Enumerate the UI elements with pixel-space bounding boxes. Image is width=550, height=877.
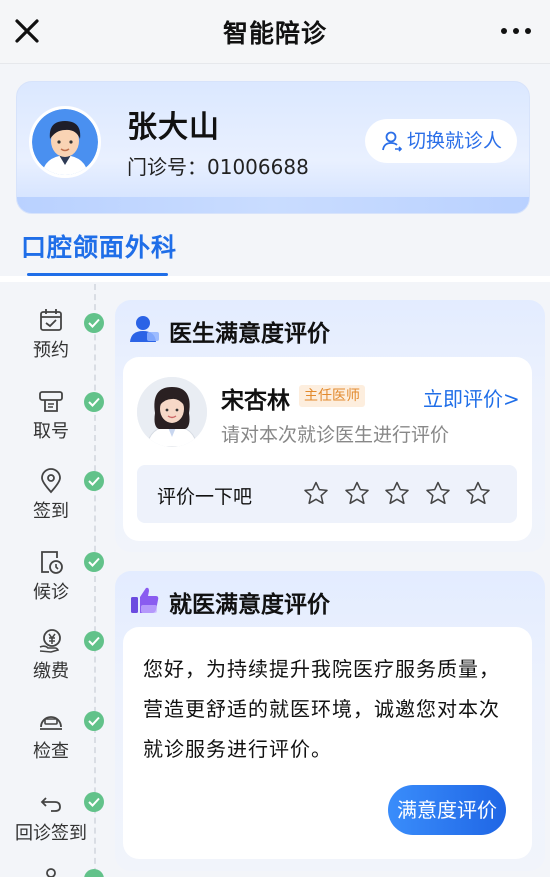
patient-avatar (29, 106, 101, 178)
page-title: 智能陪诊 (222, 19, 327, 48)
step-label: 检查 (33, 741, 69, 762)
step-done-icon (84, 631, 104, 651)
divider (0, 276, 550, 282)
timeline-step-checkin[interactable]: 签到 (8, 467, 94, 523)
more-icon[interactable] (500, 27, 532, 35)
step-label: 回诊签到 (15, 823, 87, 844)
rate-now-link[interactable]: 立即评价> (423, 383, 520, 412)
location-pin-icon (41, 468, 61, 494)
visit-satisfaction-section: 就医满意度评价 您好，为持续提升我院医疗服务质量，营造更舒适的就医环境，诚邀您对… (115, 571, 545, 871)
visit-card: 您好，为持续提升我院医疗服务质量，营造更舒适的就医环境，诚邀您对本次就诊服务进行… (123, 627, 532, 859)
patient-card: 张大山 门诊号：01006688 切换就诊人 (16, 81, 530, 214)
yuan-payment-icon (39, 629, 61, 653)
satisfaction-evaluation-button[interactable]: 满意度评价 (388, 785, 506, 835)
timeline-step-examination[interactable]: 检查 (8, 707, 94, 763)
doctor-satisfaction-section: 医生满意度评价 宋杏林 主任医师 立即评价> 请对本次就诊医生进行评价 评价一下… (115, 300, 545, 552)
timeline-step-appointment[interactable]: 预约 (8, 306, 94, 362)
star-icon[interactable] (383, 480, 411, 508)
step-label: 取号 (33, 421, 69, 442)
step-label: 候诊 (33, 582, 69, 603)
doctor-rating-hint: 请对本次就诊医生进行评价 (221, 424, 450, 446)
clock-document-icon (41, 551, 63, 574)
star-icon[interactable] (343, 480, 371, 508)
thumbs-up-icon (131, 587, 159, 613)
top-bar: 智能陪诊 (0, 0, 550, 64)
patient-name: 张大山 (127, 110, 220, 145)
step-done-icon (84, 711, 104, 731)
doctor-card: 宋杏林 主任医师 立即评价> 请对本次就诊医生进行评价 评价一下吧 (123, 357, 532, 541)
doctor-title-badge: 主任医师 (299, 385, 365, 407)
scanner-icon (40, 716, 62, 730)
star-icon[interactable] (424, 480, 452, 508)
ticket-printer-icon (39, 391, 63, 412)
doctor-user-icon (130, 316, 159, 342)
department-tab[interactable]: 口腔颌面外科 (21, 228, 177, 264)
return-arrow-icon (40, 797, 61, 812)
section-title: 就医满意度评价 (169, 592, 330, 618)
user-switch-icon (382, 131, 403, 152)
step-label: 缴费 (33, 661, 69, 682)
timeline-step-waiting[interactable]: 候诊 (8, 548, 94, 604)
rating-bar: 评价一下吧 (137, 465, 517, 523)
section-title: 医生满意度评价 (169, 321, 330, 347)
visit-invite-text: 您好，为持续提升我院医疗服务质量，营造更舒适的就医环境，诚邀您对本次就诊服务进行… (143, 657, 500, 761)
doctor-name: 宋杏林 (221, 388, 290, 414)
rating-prompt: 评价一下吧 (157, 486, 253, 508)
doctor-avatar (137, 377, 207, 447)
star-icon[interactable] (302, 480, 330, 508)
switch-patient-label: 切换就诊人 (407, 130, 503, 152)
card-decoration (17, 197, 529, 213)
star-icon[interactable] (464, 480, 492, 508)
step-done-icon (84, 552, 104, 572)
step-label: 预约 (33, 340, 69, 361)
step-done-icon (84, 869, 104, 877)
timeline-step-ticket[interactable]: 取号 (8, 387, 94, 443)
step-done-icon (84, 392, 104, 412)
calendar-check-icon (40, 309, 62, 331)
step-done-icon (84, 313, 104, 333)
switch-patient-button[interactable]: 切换就诊人 (365, 119, 517, 163)
timeline-step-payment[interactable]: 缴费 (8, 627, 94, 683)
clinic-number: 门诊号：01006688 (127, 155, 309, 179)
person-icon (46, 868, 56, 877)
step-label: 签到 (33, 501, 69, 522)
step-done-icon (84, 471, 104, 491)
step-done-icon (84, 792, 104, 812)
